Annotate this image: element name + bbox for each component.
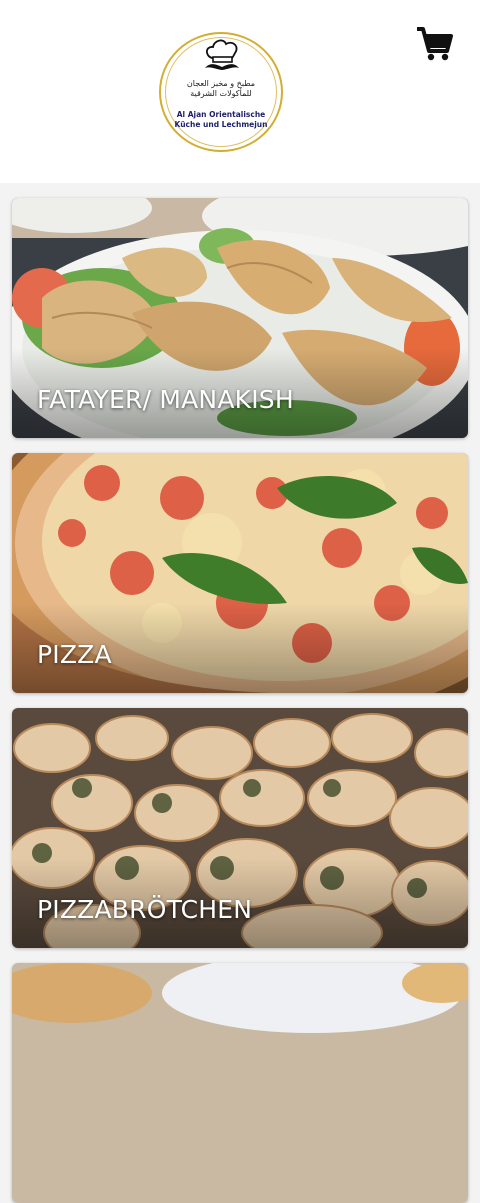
- next-category-photo: [12, 963, 468, 1203]
- category-label: FATAYER/ MANAKISH: [37, 385, 294, 414]
- category-card-next[interactable]: [12, 963, 468, 1203]
- logo-arabic-text: مطبخ و مخبز العجان للمأكولات الشرقية: [186, 79, 256, 98]
- category-label: PIZZABRÖTCHEN: [37, 895, 253, 924]
- restaurant-logo[interactable]: مطبخ و مخبز العجان للمأكولات الشرقية Al …: [159, 32, 283, 152]
- category-card-pizzabroetchen[interactable]: PIZZABRÖTCHEN: [12, 708, 468, 948]
- logo-latin-text: Al Ajan Orientalische Küche und Lechmeju…: [174, 110, 268, 129]
- chef-hat-mustache-icon: [205, 39, 239, 70]
- category-card-fatayer[interactable]: FATAYER/ MANAKISH: [12, 198, 468, 438]
- shopping-cart-icon[interactable]: [414, 24, 454, 64]
- category-card-pizza[interactable]: PIZZA: [12, 453, 468, 693]
- app-header: مطبخ و مخبز العجان للمأكولات الشرقية Al …: [0, 0, 480, 183]
- category-label: PIZZA: [37, 640, 112, 669]
